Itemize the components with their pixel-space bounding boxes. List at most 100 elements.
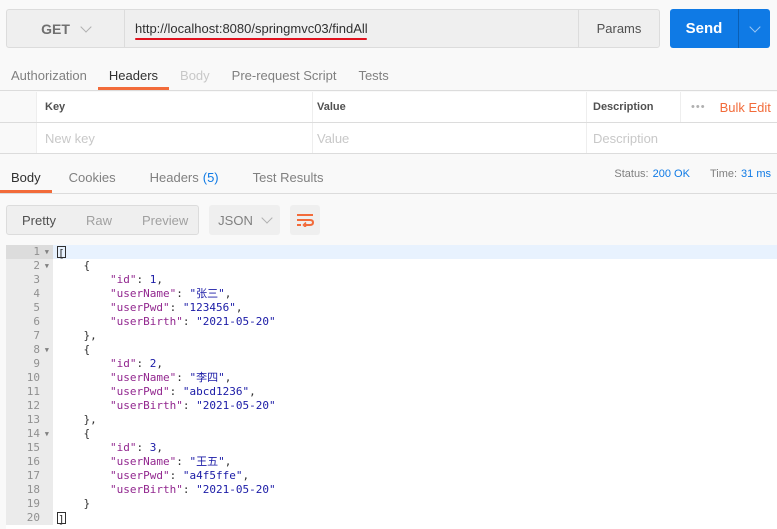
- code-line: 18 "userBirth": "2021-05-20": [6, 483, 777, 497]
- code-text: ]: [53, 511, 66, 526]
- line-number-text: 14: [26, 427, 40, 440]
- line-number-text: 18: [26, 483, 40, 496]
- headers-table: Key Value Description ••• Bulk Edit New …: [0, 92, 777, 154]
- key-column-header: Key: [45, 101, 66, 113]
- json-key: "id": [109, 441, 137, 454]
- pretty-button[interactable]: Pretty: [7, 213, 71, 228]
- json-key: "userName": [109, 455, 177, 468]
- line-number: 20: [6, 511, 53, 525]
- json-value: "a4f5ffe": [182, 469, 243, 482]
- response-tab-body[interactable]: Body: [0, 162, 52, 193]
- fold-arrow-icon[interactable]: ▼: [42, 343, 49, 357]
- response-tab-headers[interactable]: Headers (5): [133, 162, 236, 193]
- line-number: 12: [6, 399, 53, 413]
- json-key: "userPwd": [109, 469, 170, 482]
- new-value-input[interactable]: Value: [317, 131, 349, 146]
- raw-button[interactable]: Raw: [71, 213, 127, 228]
- line-number-text: 9: [33, 357, 40, 370]
- code-line: 15 "id": 3,: [6, 441, 777, 455]
- tab-tests[interactable]: Tests: [347, 60, 399, 90]
- method-select[interactable]: GET: [7, 10, 125, 47]
- url-input[interactable]: http://localhost:8080/springmvc03/findAl…: [125, 10, 578, 47]
- line-number-text: 2: [33, 259, 40, 272]
- line-number: 7: [6, 329, 53, 343]
- json-key: "userName": [109, 371, 177, 384]
- time-value: 31 ms: [741, 168, 771, 180]
- code-line: 16 "userName": "王五",: [6, 455, 777, 469]
- code-text: },: [57, 329, 97, 342]
- line-number: 11: [6, 385, 53, 399]
- response-body-editor[interactable]: 1 ▼[2 ▼ {3 "id": 1, 4 "userName": "张三", 5 "u…: [6, 245, 777, 529]
- status-value: 200 OK: [652, 168, 690, 180]
- json-key: "id": [109, 357, 137, 370]
- url-text: http://localhost:8080/springmvc03/findAl…: [135, 21, 368, 36]
- response-status: Status: 200 OK Time: 31 ms: [614, 168, 771, 180]
- response-tab-test-results[interactable]: Test Results: [236, 162, 341, 193]
- tab-label: Body: [11, 170, 41, 185]
- fold-arrow-icon[interactable]: ▼: [42, 245, 49, 259]
- tab-count-badge: (5): [202, 170, 219, 185]
- json-value: "2021-05-20": [196, 315, 276, 328]
- json-value: "王五": [189, 455, 225, 468]
- line-number: 8 ▼: [6, 343, 53, 357]
- fold-arrow-icon[interactable]: ▼: [42, 259, 49, 273]
- code-line: 1 ▼ [: [6, 245, 777, 260]
- line-number-text: 12: [26, 399, 40, 412]
- code-line: 10 "userName": "李四",: [6, 371, 777, 385]
- bulk-edit-link[interactable]: Bulk Edit: [720, 100, 771, 115]
- code-line: 11 "userPwd": "abcd1236",: [6, 385, 777, 399]
- new-description-input[interactable]: Description: [593, 131, 658, 146]
- line-number: 14 ▼: [6, 427, 53, 441]
- request-tabs: Authorization Headers Body Pre-request Scri…: [0, 60, 777, 91]
- tab-authorization[interactable]: Authorization: [0, 60, 98, 90]
- code-line: 6 "userBirth": "2021-05-20": [6, 315, 777, 329]
- tab-body[interactable]: Body: [169, 60, 221, 90]
- wrap-lines-icon: [297, 214, 314, 227]
- chevron-down-icon: [80, 20, 92, 33]
- json-value: "123456": [182, 301, 236, 314]
- wrap-lines-button[interactable]: [290, 205, 320, 235]
- json-value: 1: [149, 273, 157, 286]
- line-number-text: 7: [33, 329, 40, 342]
- line-number: 6: [6, 315, 53, 329]
- fold-arrow-icon[interactable]: ▼: [42, 427, 49, 441]
- send-button[interactable]: Send: [670, 9, 739, 48]
- headers-table-new-row: New key Value Description: [0, 123, 777, 154]
- tab-headers[interactable]: Headers: [97, 60, 170, 90]
- preview-button[interactable]: Preview: [127, 213, 203, 228]
- code-text: "id": 2,: [109, 357, 163, 370]
- line-number: 9: [6, 357, 53, 371]
- tab-label: Cookies: [68, 170, 116, 185]
- code-text: {: [57, 259, 91, 272]
- json-key: "userPwd": [109, 385, 170, 398]
- code-text: "userName": "李四",: [109, 371, 232, 384]
- chevron-down-icon: [261, 212, 273, 224]
- json-key: "userBirth": [109, 399, 183, 412]
- line-number-text: 10: [26, 371, 40, 384]
- params-button[interactable]: Params: [578, 10, 659, 47]
- response-type-select[interactable]: JSON: [209, 205, 280, 235]
- send-dropdown[interactable]: [739, 9, 770, 48]
- code-line: 12 "userBirth": "2021-05-20": [6, 399, 777, 413]
- code-line: 5 "userPwd": "123456",: [6, 301, 777, 315]
- code-line: 3 "id": 1,: [6, 273, 777, 287]
- more-options-icon[interactable]: •••: [691, 101, 706, 113]
- line-number-text: 19: [26, 497, 40, 510]
- tab-pre-request-script[interactable]: Pre-request Script: [221, 60, 348, 90]
- line-number: 1 ▼: [6, 245, 53, 259]
- code-line: 17 "userPwd": "a4f5ffe",: [6, 469, 777, 483]
- json-value: "李四": [189, 371, 225, 384]
- line-number: 2 ▼: [6, 259, 53, 273]
- code-line: 14 ▼ {: [6, 427, 777, 441]
- bracket-match: [: [57, 246, 66, 260]
- line-number: 15: [6, 441, 53, 455]
- response-tab-cookies[interactable]: Cookies: [52, 162, 133, 193]
- new-key-input[interactable]: New key: [45, 131, 95, 146]
